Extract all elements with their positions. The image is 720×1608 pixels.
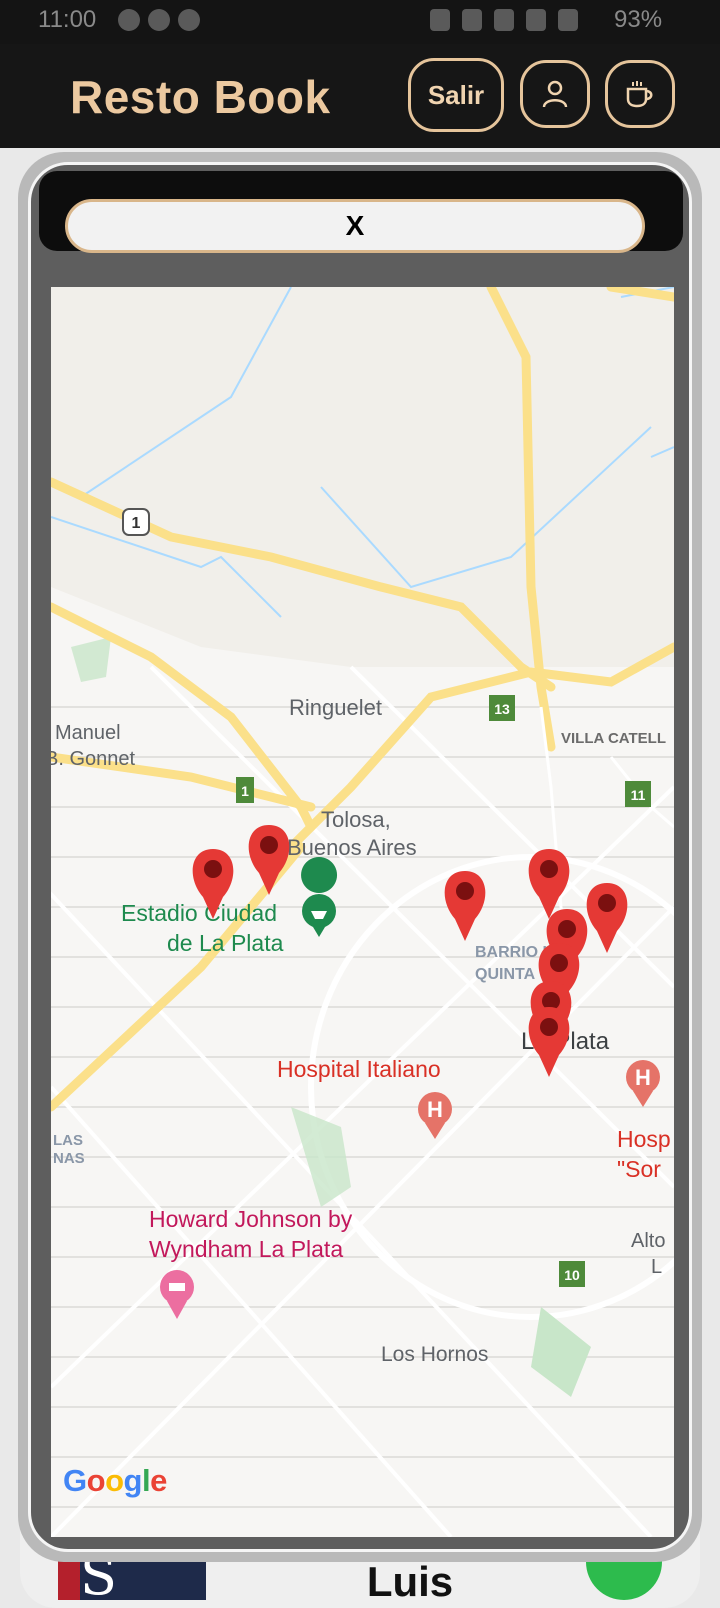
map-label-tolosa: Buenos Aires (287, 835, 417, 860)
map-label-barrio: QUINTA (475, 966, 536, 983)
map-label-villa: VILLA CATELL (561, 730, 666, 747)
signal-icon (558, 9, 578, 31)
map-label-gonnet: Manuel (55, 722, 121, 744)
map-label-alto: Alto (631, 1230, 665, 1252)
route-shield: 1 (236, 777, 254, 803)
map-label-alto: L (651, 1256, 662, 1278)
map-label-los-hornos: Los Hornos (381, 1343, 488, 1366)
notification-icons (118, 9, 200, 31)
map-modal: X 1 1 13 11 10 Ringuelet Manuel B. Gonne… (28, 162, 692, 1552)
map-label-ringuelet: Ringuelet (289, 695, 382, 720)
route-shield-label: 13 (494, 701, 510, 717)
lock-icon (430, 9, 450, 31)
mute-icon (494, 9, 514, 31)
route-shield-label: 11 (631, 787, 646, 803)
route-shield-label: 10 (564, 1267, 580, 1283)
alarm-icon (462, 9, 482, 31)
route-shield-label: 1 (241, 783, 249, 799)
route-shield: 11 (625, 781, 651, 807)
svg-text:H: H (427, 1097, 443, 1122)
map-label-hospital: Hosp (617, 1126, 671, 1152)
logout-button[interactable]: Salir (408, 58, 504, 132)
whatsapp-notification-icon (118, 9, 140, 31)
map-label-estadio: de La Plata (167, 930, 284, 956)
map-label-howard-johnson: Howard Johnson by (149, 1206, 353, 1232)
map-label-hospital-italiano: Hospital Italiano (277, 1056, 441, 1082)
status-bar: 11:00 93% (0, 0, 720, 44)
app-header: Resto Book Salir (0, 44, 720, 148)
map-canvas[interactable]: 1 1 13 11 10 Ringuelet Manuel B. Gonnet … (51, 287, 674, 1537)
gallery-notification-icon (178, 9, 200, 31)
map-label-howard-johnson: Wyndham La Plata (149, 1236, 343, 1262)
coffee-icon (626, 81, 653, 108)
route-shield: 13 (489, 695, 515, 721)
svg-text:H: H (635, 1065, 651, 1090)
modal-header: X (39, 171, 683, 253)
hotspot-icon (526, 9, 546, 31)
route-shield: 1 (122, 508, 150, 536)
google-logo: Google (63, 1463, 167, 1498)
close-modal-button[interactable]: X (65, 199, 645, 253)
map-view[interactable]: 1 1 13 11 10 Ringuelet Manuel B. Gonnet … (51, 287, 674, 1537)
app-title: Resto Book (70, 71, 331, 123)
app-notification-icon (148, 9, 170, 31)
map-label-las: NAS (53, 1150, 85, 1167)
map-label-tolosa: Tolosa, (321, 807, 391, 832)
route-shield-label: 1 (132, 515, 141, 532)
user-icon (542, 80, 568, 108)
map-label-las: LAS (53, 1132, 83, 1149)
map-label-estadio: Estadio Ciudad (121, 900, 277, 926)
map-label-hospital: "Sor (617, 1156, 661, 1182)
profile-button[interactable] (520, 60, 590, 128)
status-time: 11:00 (38, 6, 97, 33)
map-label-gonnet: B. Gonnet (51, 748, 136, 770)
route-shield: 10 (559, 1261, 585, 1287)
system-icons (430, 9, 578, 31)
battery-level: 93% (614, 6, 663, 33)
coffee-button[interactable] (605, 60, 675, 128)
